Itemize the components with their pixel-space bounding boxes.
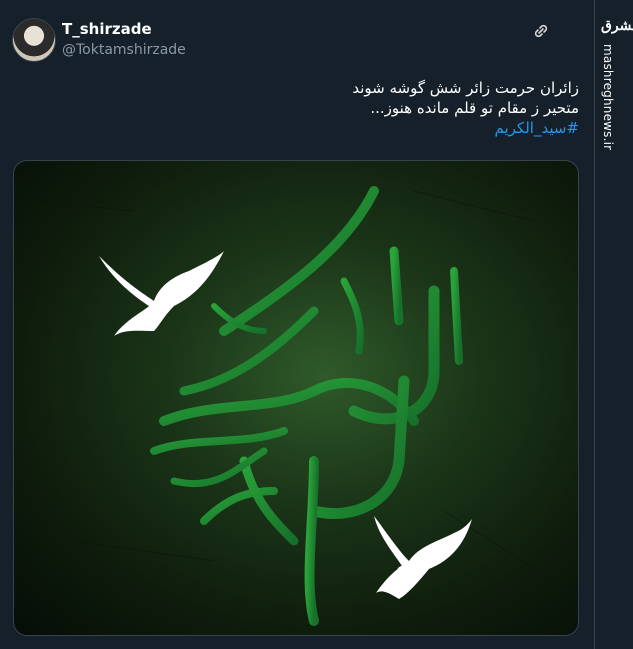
hashtag-link[interactable]: #سید_الکریم (139, 118, 580, 138)
site-watermark-bar: مشرق mashreghnews.ir (594, 0, 633, 649)
tweet-text: زائران حرمت زائر شش گوشه شوند متحیر ز مق… (139, 78, 579, 138)
tweet-line-2: متحیر ز مقام تو قلم مانده هنوز... (370, 99, 579, 117)
site-logo: مشرق (601, 18, 633, 34)
avatar[interactable] (12, 18, 56, 62)
link-icon[interactable] (532, 22, 550, 40)
dove-graphic (374, 516, 472, 599)
user-handle[interactable]: @Toktamshirzade (62, 42, 186, 58)
tweet-line-1: زائران حرمت زائر شش گوشه شوند (352, 79, 579, 97)
tweet-image[interactable] (13, 160, 579, 636)
display-name[interactable]: T_shirzade (62, 20, 152, 38)
site-url: mashreghnews.ir (601, 44, 615, 151)
dove-graphic (99, 251, 224, 336)
